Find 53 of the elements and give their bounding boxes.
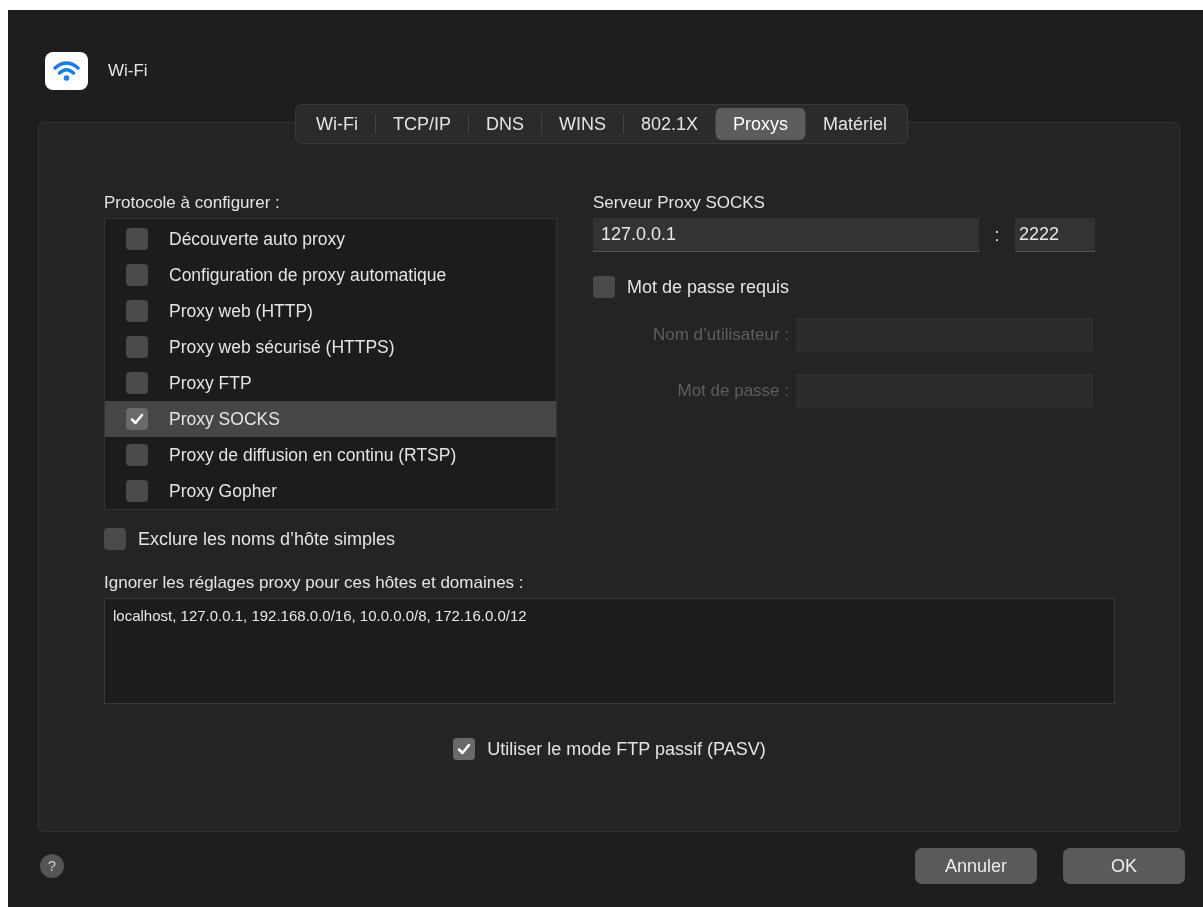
check-icon	[130, 412, 144, 426]
checkbox[interactable]	[126, 336, 148, 358]
protocol-label: Proxy web sécurisé (HTTPS)	[169, 335, 395, 359]
wifi-icon	[45, 52, 88, 90]
protocol-row[interactable]: Proxy Gopher	[105, 473, 556, 509]
section-label: Ignorer les réglages proxy pour ces hôtes et domaines :	[104, 572, 525, 594]
tab[interactable]: Wi-Fi	[298, 108, 375, 140]
check-icon	[457, 742, 472, 756]
separator: :	[993, 223, 1001, 247]
protocol-row[interactable]: Proxy de diffusion en continu (RTSP)	[105, 437, 556, 473]
tab[interactable]: Proxys	[716, 108, 806, 140]
protocol-label: Configuration de proxy automatique	[169, 263, 447, 287]
tab[interactable]: WINS	[541, 108, 623, 140]
protocol-label: Proxy SOCKS	[169, 407, 280, 431]
dialog-button[interactable]: OK	[1063, 848, 1185, 884]
checkbox[interactable]	[126, 480, 148, 502]
tab[interactable]: Matériel	[806, 108, 905, 140]
tab[interactable]: DNS	[468, 108, 541, 140]
host-field[interactable]: 127.0.0.1	[593, 218, 979, 252]
section-label: Protocole à configurer :	[104, 192, 281, 214]
protocol-label: Proxy de diffusion en continu (RTSP)	[169, 443, 457, 467]
field-label: Nom d’utilisateur :	[651, 324, 790, 347]
checkbox[interactable]	[453, 738, 476, 760]
port-field[interactable]: 2222	[1015, 218, 1095, 252]
protocol-row[interactable]: Proxy web sécurisé (HTTPS)	[105, 329, 556, 365]
checkbox[interactable]	[126, 372, 148, 394]
protocol-row[interactable]: Configuration de proxy automatique	[105, 257, 556, 293]
checkbox-label: Exclure les noms d’hôte simples	[138, 527, 396, 551]
checkbox[interactable]	[126, 264, 148, 286]
protocol-row[interactable]: Proxy web (HTTP)	[105, 293, 556, 329]
protocol-label: Proxy web (HTTP)	[169, 299, 313, 323]
help-button[interactable]: ?	[40, 854, 64, 878]
checkbox[interactable]	[593, 276, 615, 298]
checkbox[interactable]	[126, 408, 148, 430]
window-title: Wi-Fi	[108, 60, 148, 83]
checkbox-label: Utiliser le mode FTP passif (PASV)	[487, 737, 766, 761]
protocol-row[interactable]: Proxy FTP	[105, 365, 556, 401]
tab[interactable]: TCP/IP	[375, 108, 468, 140]
section-label: Serveur Proxy SOCKS	[593, 192, 766, 214]
protocol-label: Découverte auto proxy	[169, 227, 346, 251]
checkbox-label: Mot de passe requis	[627, 275, 790, 299]
hosts-text-area[interactable]: localhost, 127.0.0.1, 192.168.0.0/16, 10.0.0.0/8, 172.16.0.0/12	[104, 598, 1115, 704]
protocol-row[interactable]: Découverte auto proxy	[105, 221, 556, 257]
checkbox[interactable]	[126, 444, 148, 466]
checkbox[interactable]	[126, 228, 148, 250]
checkbox[interactable]	[104, 528, 126, 550]
protocol-label: Proxy FTP	[169, 371, 252, 395]
dialog-button[interactable]: Annuler	[915, 848, 1037, 884]
checkbox[interactable]	[126, 300, 148, 322]
tab[interactable]: 802.1X	[623, 108, 715, 140]
protocol-row[interactable]: Proxy SOCKS	[105, 401, 556, 437]
field-label: Mot de passe :	[676, 380, 790, 403]
protocol-label: Proxy Gopher	[169, 479, 277, 503]
